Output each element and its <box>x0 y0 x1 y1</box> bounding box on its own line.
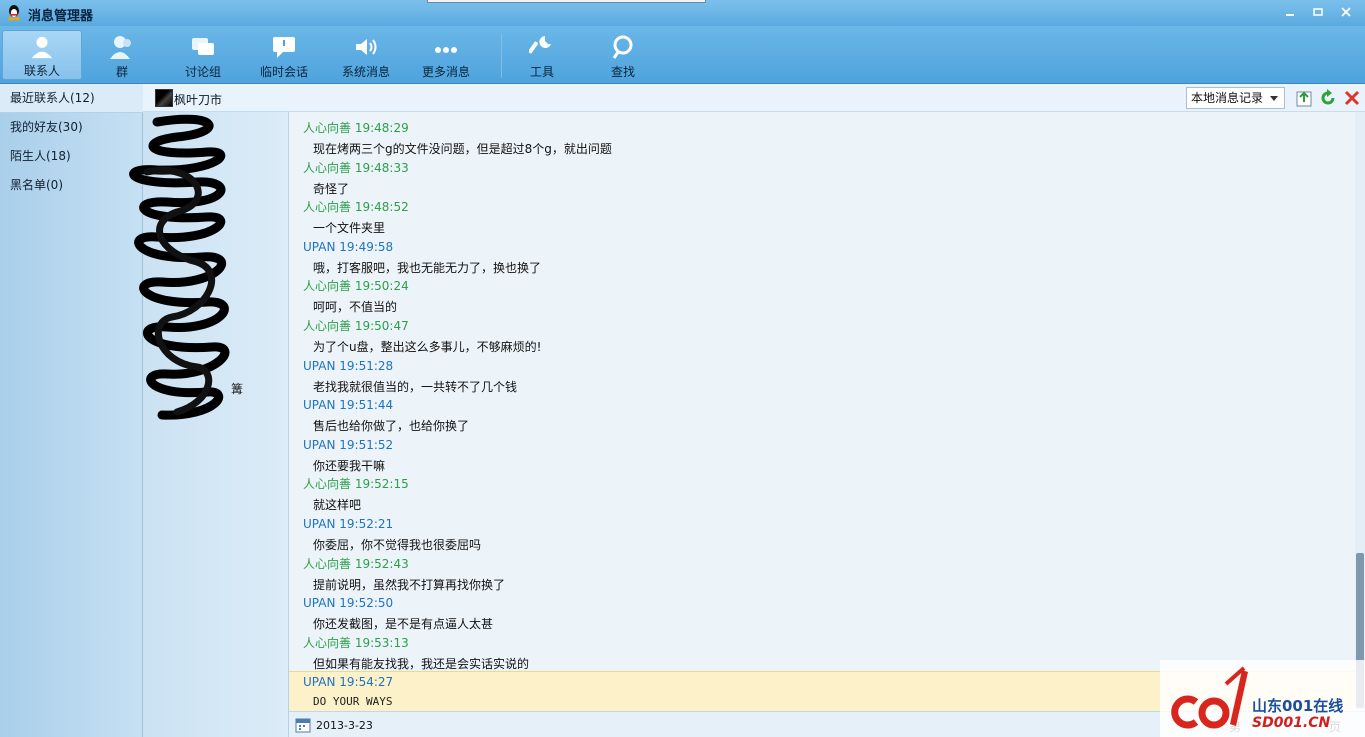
list-item: UPAN 19:49:58 哦，打客服吧，我也无能无力了，换也换了 <box>303 239 542 275</box>
list-item: 人心向善 19:52:43 提前说明，虽然我不打算再找你换了 <box>303 556 506 592</box>
tool-search[interactable]: 查找 <box>583 30 663 80</box>
tool-temp-chat[interactable]: 临时会话 <box>244 30 324 80</box>
watermark-text-en: SD001.CN <box>1252 715 1331 731</box>
temp-chat-icon <box>273 37 295 58</box>
message-list: 人心向善 19:48:29 现在烤两三个g的文件没问题，但是超过8个g，就出问题 … <box>303 120 1343 674</box>
list-item: UPAN 19:52:50 你还发截图，是不是有点逼人太甚 <box>303 596 494 632</box>
list-item: 人心向善 19:48:33 奇怪了 <box>303 160 409 196</box>
speaker-icon <box>356 39 377 55</box>
list-item: UPAN 19:52:21 你委屈，你不觉得我也很委屈吗 <box>303 516 482 552</box>
avatar <box>155 89 173 107</box>
export-icon[interactable] <box>1294 88 1314 108</box>
tool-contacts[interactable]: 联系人 <box>2 30 82 80</box>
tool-discussions[interactable]: 讨论组 <box>163 30 243 80</box>
refresh-icon[interactable] <box>1318 88 1338 108</box>
list-item: 人心向善 19:52:15 就这样吧 <box>303 477 409 513</box>
minimize-button[interactable] <box>1280 3 1300 20</box>
message-header: 本地消息记录 <box>289 84 1365 112</box>
close-button[interactable] <box>1336 3 1356 20</box>
watermark-logo-icon <box>1171 666 1248 729</box>
person-icon <box>31 36 53 59</box>
nav-recent-contacts[interactable]: 最近联系人(12) <box>0 84 143 113</box>
selected-contact[interactable]: 枫叶刀市 <box>143 84 289 112</box>
tool-more-messages[interactable]: 更多消息 <box>406 30 486 80</box>
more-dots-icon <box>435 47 457 53</box>
main-toolbar: 联系人 群 讨论组 临时会话 系统消息 更多消息 工具 查找 <box>0 26 1365 84</box>
wrench-icon <box>529 36 551 54</box>
tool-tools[interactable]: 工具 <box>502 30 582 80</box>
watermark-text-cn: 山东001在线 <box>1252 697 1344 715</box>
delete-icon[interactable] <box>1342 88 1362 108</box>
qq-penguin-icon <box>8 5 20 21</box>
close-icon <box>1341 6 1351 17</box>
search-icon <box>612 35 633 59</box>
calendar-icon[interactable] <box>295 717 311 733</box>
history-source-select[interactable]: 本地消息记录 <box>1186 87 1285 109</box>
redaction-scribble <box>129 114 230 420</box>
discussion-icon <box>192 38 214 55</box>
tool-groups[interactable]: 群 <box>82 30 162 80</box>
list-item: 人心向善 19:48:52 一个文件夹里 <box>303 200 409 236</box>
list-item: UPAN 19:51:52 你还要我干嘛 <box>303 437 394 473</box>
message-scrollbar[interactable] <box>1355 112 1365 711</box>
restore-button[interactable] <box>1308 3 1328 20</box>
contact-list: 枫叶刀市 篝 <box>129 84 289 737</box>
chevron-down-icon <box>1270 96 1278 101</box>
list-item: UPAN 19:51:28 老找我就很值当的，一共转不了几个钱 <box>303 358 518 394</box>
title-bar: 消息管理器 <box>0 0 1365 26</box>
minimize-icon <box>1286 13 1294 16</box>
title-notch <box>427 0 706 3</box>
list-item: 人心向善 19:50:47 为了个u盘，整出这么多事儿，不够麻烦的! <box>303 318 542 354</box>
date-label: 2013-3-23 <box>316 719 373 732</box>
contact-fragment: 篝 <box>231 382 244 396</box>
restore-icon <box>1313 7 1323 16</box>
list-item: 人心向善 19:48:29 现在烤两三个g的文件没问题，但是超过8个g，就出问题 <box>303 121 612 156</box>
group-icon <box>110 36 131 59</box>
message-pane: 本地消息记录 人心向善 19:48:29 现在烤两三个g的文件没问题，但是超过8个… <box>289 84 1365 711</box>
site-watermark: 山东001在线 SD001.CN <box>1160 660 1365 737</box>
list-item: 人心向善 19:50:24 呵呵，不值当的 <box>303 279 409 315</box>
list-item: UPAN 19:51:44 售后也给你做了，也给你换了 <box>303 398 470 434</box>
window-title: 消息管理器 <box>28 9 94 24</box>
tool-system-messages[interactable]: 系统消息 <box>326 30 406 80</box>
contact-name: 枫叶刀市 <box>174 93 223 107</box>
